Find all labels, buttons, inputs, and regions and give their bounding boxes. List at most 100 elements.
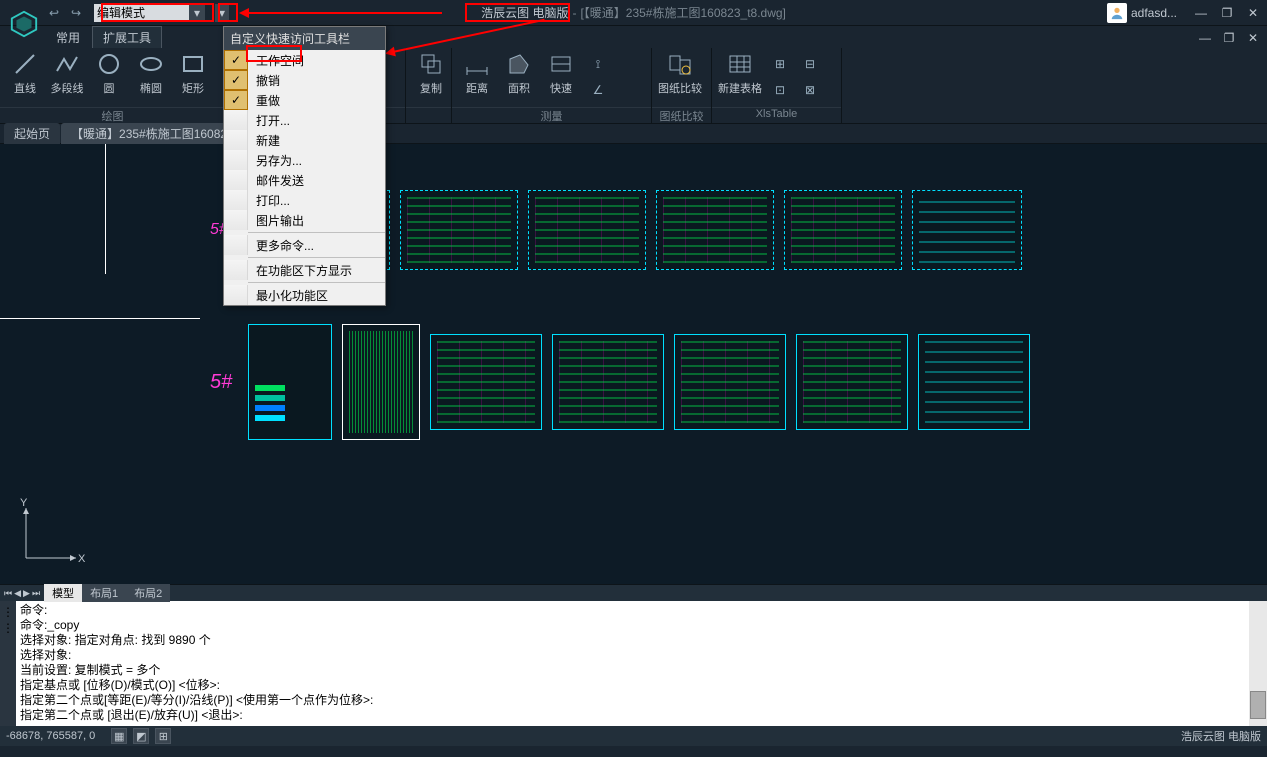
tool-copy[interactable]: 复制 (412, 50, 450, 96)
polyline-icon (53, 50, 81, 78)
ribbon-tab-extend[interactable]: 扩展工具 (92, 26, 162, 48)
sheet-thumb[interactable]: ▲ (400, 190, 518, 270)
qat-customize-drop-icon[interactable]: ▾ (215, 4, 229, 22)
rectangle-icon (179, 50, 207, 78)
close-icon[interactable]: ✕ (1245, 5, 1261, 21)
nav-first-icon[interactable]: ⏮ (4, 588, 12, 599)
ribbon-tab-strip: 常用 扩展工具 — ❐ ✕ (0, 26, 1267, 48)
menu-item[interactable]: 邮件发送 (224, 170, 385, 190)
check-icon (224, 130, 248, 150)
window-controls: — ❐ ✕ (1193, 5, 1261, 21)
sheet-thumb[interactable]: ▲ (430, 334, 542, 430)
maximize-icon[interactable]: ❐ (1219, 5, 1235, 21)
ribbon-tab-common[interactable]: 常用 (46, 27, 90, 48)
nav-last-icon[interactable]: ⏭ (32, 588, 40, 599)
menu-item[interactable]: 新建 (224, 130, 385, 150)
title-bar: ↩ ↪ ▾ ▾ 浩辰云图 电脑版 - [【暖通】235#栋施工图160823_t… (0, 0, 1267, 26)
layout-tab-model[interactable]: 模型 (44, 584, 82, 602)
command-line: 命令: (20, 603, 1245, 618)
sheet-thumb[interactable]: ▲ (784, 190, 902, 270)
menu-item[interactable]: 打开... (224, 110, 385, 130)
sheet-thumb[interactable]: ▲ (674, 334, 786, 430)
workspace-drop-icon[interactable]: ▾ (189, 4, 205, 22)
xls-icon[interactable]: ⊞ (766, 50, 794, 78)
menu-item[interactable]: 另存为... (224, 150, 385, 170)
menu-item[interactable]: ✓撤销 (224, 70, 385, 90)
svg-text:X: X (78, 553, 86, 565)
tool-rectangle[interactable]: 矩形 (174, 50, 212, 96)
check-icon (224, 150, 248, 170)
doc-close-icon[interactable]: ✕ (1245, 30, 1261, 46)
measure-icon[interactable]: ∠ (584, 76, 612, 104)
command-grip[interactable]: ⋮⋮ (0, 601, 16, 726)
tool-area[interactable]: 面积 (500, 50, 538, 96)
tool-distance[interactable]: 距离 (458, 50, 496, 96)
workspace-combo[interactable]: ▾ (94, 4, 205, 22)
layout-tab-2[interactable]: 布局2 (126, 584, 170, 602)
table-icon (726, 50, 754, 78)
check-icon: ✓ (224, 50, 248, 70)
sheet-thumb[interactable]: ▲ (552, 334, 664, 430)
layout-tab-1[interactable]: 布局1 (82, 584, 126, 602)
status-brand: 浩辰云图 电脑版 (1181, 728, 1261, 744)
menu-item[interactable]: ✓重做 (224, 90, 385, 110)
menu-show-below[interactable]: 在功能区下方显示 (224, 260, 385, 280)
menu-minimize-ribbon[interactable]: 最小化功能区 (224, 285, 385, 305)
sheet-thumb[interactable] (912, 190, 1022, 270)
measure-icon[interactable]: ⟟ (584, 50, 612, 78)
doc-tab-start[interactable]: 起始页 (4, 123, 60, 144)
doc-minimize-icon[interactable]: — (1197, 30, 1213, 46)
command-history[interactable]: 命令:命令:_copy选择对象: 指定对角点: 找到 9890 个选择对象:当前… (16, 601, 1249, 726)
status-toggle-icon[interactable]: ◩ (133, 728, 149, 744)
sheet-thumb[interactable]: ▲ (656, 190, 774, 270)
tool-new-table[interactable]: 新建表格 (718, 50, 762, 96)
command-line: 命令:_copy (20, 618, 1245, 633)
scrollbar-thumb[interactable] (1250, 691, 1266, 719)
minimize-icon[interactable]: — (1193, 5, 1209, 21)
status-toggle-icon[interactable]: ▦ (111, 728, 127, 744)
tool-ellipse[interactable]: 椭圆 (132, 50, 170, 96)
command-line: 选择对象: 指定对角点: 找到 9890 个 (20, 633, 1245, 648)
nav-prev-icon[interactable]: ◀ (14, 588, 21, 599)
quick-icon (547, 50, 575, 78)
drawing-canvas[interactable]: 5# ▲ ▲ ▲ ▲ 5# ▲ ▲ ▲ ▲ X Y (0, 144, 1267, 584)
command-line: 指定第二个点或 [退出(E)/放弃(U)] <退出>: (20, 708, 1245, 723)
sheet-thumb[interactable]: ▲ (528, 190, 646, 270)
tool-compare[interactable]: 图纸比较 (658, 50, 702, 96)
user-account[interactable]: adfasd... (1107, 3, 1177, 23)
command-line: 选择对象: (20, 648, 1245, 663)
menu-item[interactable]: ✓工作空间 (224, 50, 385, 70)
tool-quick[interactable]: 快速 (542, 50, 580, 96)
legend-thumb[interactable] (248, 324, 332, 440)
command-scrollbar[interactable] (1249, 601, 1267, 726)
doc-window-controls: — ❐ ✕ (1197, 30, 1261, 46)
nav-next-icon[interactable]: ▶ (23, 588, 30, 599)
doc-restore-icon[interactable]: ❐ (1221, 30, 1237, 46)
app-logo[interactable] (4, 4, 44, 44)
tool-circle[interactable]: 圆 (90, 50, 128, 96)
tool-polyline[interactable]: 多段线 (48, 50, 86, 96)
document-name: [【暖通】235#栋施工图160823_t8.dwg] (580, 4, 785, 21)
workspace-input[interactable] (94, 4, 189, 22)
xls-icon[interactable]: ⊟ (796, 50, 824, 78)
menu-item[interactable]: 打印... (224, 190, 385, 210)
menu-item[interactable]: 图片输出 (224, 210, 385, 230)
sheet-thumb[interactable]: ▲ (796, 334, 908, 430)
qat-redo-icon[interactable]: ↪ (68, 5, 84, 21)
check-icon (224, 110, 248, 130)
sheet-thumb[interactable] (918, 334, 1030, 430)
command-line: 指定第二个点或[等距(E)/等分(I)/沿线(P)] <使用第一个点作为位移>: (20, 693, 1245, 708)
xls-icon[interactable]: ⊠ (796, 76, 824, 104)
avatar-icon (1107, 3, 1127, 23)
xls-icon[interactable]: ⊡ (766, 76, 794, 104)
check-icon (224, 210, 248, 230)
coords-readout: -68678, 765587, 0 (6, 730, 95, 742)
ribbon-group-measure: 距离 面积 快速 ⟟ ∠ 测量 (452, 48, 652, 123)
sheet-thumb-selected[interactable] (342, 324, 420, 440)
menu-more-commands[interactable]: 更多命令... (224, 235, 385, 255)
drawing-row-bottom: 5# ▲ ▲ ▲ ▲ (210, 324, 1030, 440)
qat-undo-icon[interactable]: ↩ (46, 5, 62, 21)
command-line: 指定基点或 [位移(D)/模式(O)] <位移>: (20, 678, 1245, 693)
tool-line[interactable]: 直线 (6, 50, 44, 96)
status-toggle-icon[interactable]: ⊞ (155, 728, 171, 744)
